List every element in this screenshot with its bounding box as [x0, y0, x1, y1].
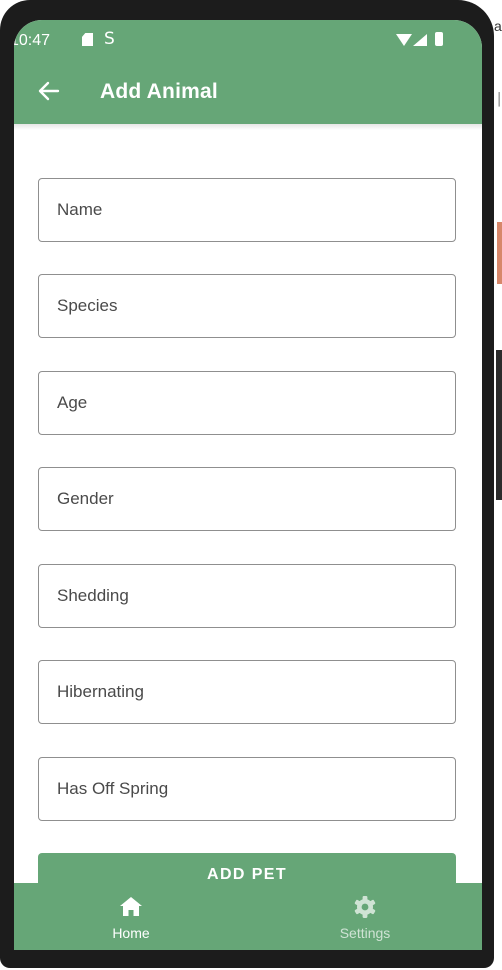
sd-card-icon	[82, 33, 93, 46]
battery-icon	[435, 32, 443, 46]
phone-frame: 10:47 S Add Animal Name Species Age Gend…	[0, 0, 494, 968]
app-bar: Add Animal	[14, 64, 482, 124]
status-time: 10:47	[14, 32, 51, 49]
nav-item-settings[interactable]: Settings	[248, 883, 482, 950]
offscreen-accent	[497, 222, 502, 284]
hibernating-input[interactable]	[39, 661, 455, 723]
app-header: 10:47 S Add Animal	[14, 20, 482, 124]
has-off-spring-field[interactable]	[38, 757, 456, 821]
gender-field[interactable]	[38, 467, 456, 531]
status-bar: 10:47 S	[14, 20, 482, 64]
species-input[interactable]	[39, 275, 455, 337]
species-field[interactable]	[38, 274, 456, 338]
age-input[interactable]	[39, 372, 455, 434]
name-input[interactable]	[39, 179, 455, 241]
signal-icon	[413, 34, 427, 46]
back-arrow-svg	[38, 81, 60, 101]
hibernating-field[interactable]	[38, 660, 456, 724]
offscreen-edge-text-2: │	[496, 92, 502, 106]
header-shadow	[14, 124, 482, 130]
phone-screen: 10:47 S Add Animal Name Species Age Gend…	[14, 20, 482, 950]
back-arrow-icon[interactable]	[34, 76, 64, 106]
has-off-spring-input[interactable]	[39, 758, 455, 820]
nav-item-home[interactable]: Home	[14, 883, 248, 950]
page-title: Add Animal	[100, 80, 218, 103]
stage: a │ 10:47 S Add Animal Name Species Age …	[0, 0, 502, 970]
gear-icon	[354, 896, 376, 918]
nav-item-home-label: Home	[112, 925, 150, 941]
wifi-icon	[396, 34, 412, 46]
home-icon	[120, 897, 142, 916]
name-field[interactable]	[38, 178, 456, 242]
gender-input[interactable]	[39, 468, 455, 530]
bottom-navigation: Home Settings	[14, 883, 482, 950]
nav-item-settings-label: Settings	[339, 925, 391, 941]
age-field[interactable]	[38, 371, 456, 435]
offscreen-edge-text: a	[494, 18, 502, 34]
s-icon: S	[104, 29, 115, 49]
shedding-input[interactable]	[39, 565, 455, 627]
offscreen-dark-bar	[496, 350, 502, 500]
shedding-field[interactable]	[38, 564, 456, 628]
